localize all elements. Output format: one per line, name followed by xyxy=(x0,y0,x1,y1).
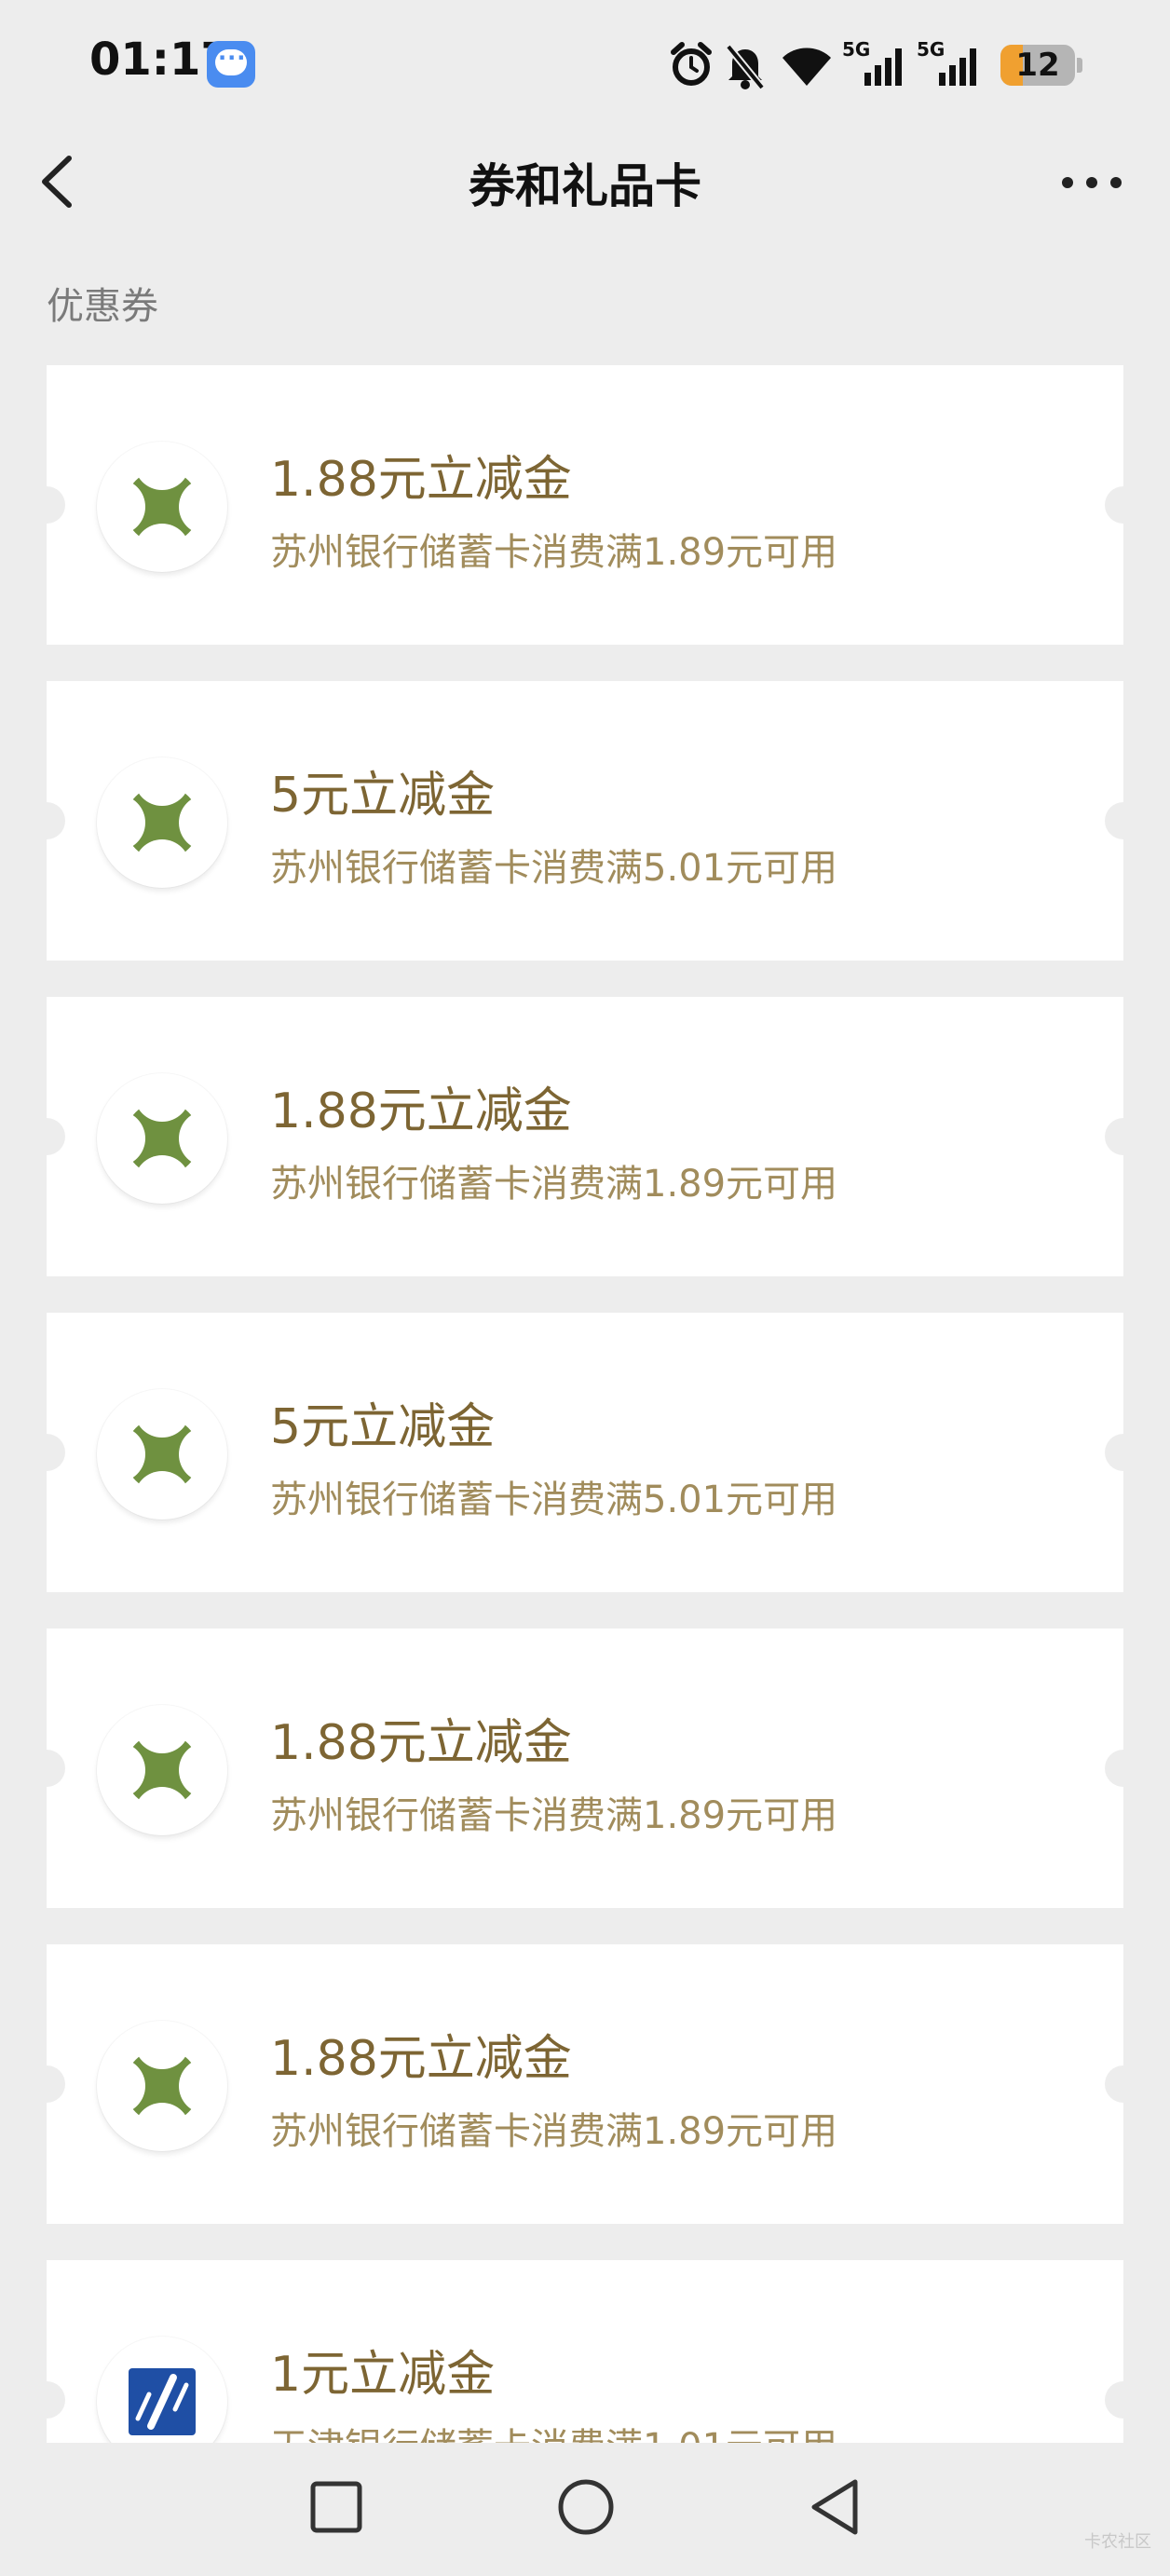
recent-apps-icon[interactable] xyxy=(298,2469,374,2545)
suzhou-bank-logo-icon xyxy=(97,757,227,888)
home-icon[interactable] xyxy=(548,2469,624,2545)
coupon-title: 1.88元立减金 xyxy=(270,1715,572,1771)
signal-5g-icon-2: 5G xyxy=(917,38,976,86)
card-notch xyxy=(28,2065,65,2103)
suzhou-bank-logo-icon xyxy=(97,1705,227,1835)
suzhou-bank-logo-icon xyxy=(97,442,227,572)
coupon-description: 苏州银行储蓄卡消费满1.89元可用 xyxy=(270,531,838,574)
coupon-description: 苏州银行储蓄卡消费满1.89元可用 xyxy=(270,2110,838,2153)
coupon-description: 苏州银行储蓄卡消费满1.89元可用 xyxy=(270,1163,838,1206)
card-notch xyxy=(28,1750,65,1787)
suzhou-bank-logo-icon xyxy=(97,1073,227,1204)
coupon-title: 5元立减金 xyxy=(270,768,496,824)
message-notification-icon xyxy=(207,41,255,88)
card-notch xyxy=(1105,1750,1142,1787)
system-navigation-bar xyxy=(0,2443,1170,2571)
card-notch xyxy=(1105,1434,1142,1471)
wifi-icon xyxy=(782,48,831,86)
coupon-list: 1.88元立减金 苏州银行储蓄卡消费满1.89元可用 5元立减金 苏州银行储蓄卡… xyxy=(28,365,1142,2576)
card-notch xyxy=(1105,1118,1142,1155)
battery-icon: 12 xyxy=(1000,45,1075,86)
coupon-description: 苏州银行储蓄卡消费满5.01元可用 xyxy=(270,1479,838,1521)
coupon-card[interactable]: 1.88元立减金 苏州银行储蓄卡消费满1.89元可用 xyxy=(28,997,1142,1276)
coupon-card[interactable]: 1.88元立减金 苏州银行储蓄卡消费满1.89元可用 xyxy=(28,1944,1142,2224)
battery-tip xyxy=(1077,58,1082,73)
card-notch xyxy=(1105,802,1142,839)
signal-5g-icon: 5G xyxy=(842,38,902,86)
card-notch xyxy=(1105,2381,1142,2419)
card-notch xyxy=(28,1118,65,1155)
card-notch xyxy=(1105,2065,1142,2103)
nav-bar: 券和礼品卡 xyxy=(0,130,1170,233)
coupon-card[interactable]: 5元立减金 苏州银行储蓄卡消费满5.01元可用 xyxy=(28,681,1142,961)
card-notch xyxy=(28,486,65,524)
suzhou-bank-logo-icon xyxy=(97,1389,227,1520)
card-notch xyxy=(1105,486,1142,524)
coupon-card[interactable]: 1.88元立减金 苏州银行储蓄卡消费满1.89元可用 xyxy=(28,365,1142,645)
coupon-card[interactable]: 5元立减金 苏州银行储蓄卡消费满5.01元可用 xyxy=(28,1313,1142,1592)
battery-level: 12 xyxy=(1015,47,1060,84)
coupon-title: 1.88元立减金 xyxy=(270,452,572,508)
svg-text:5G: 5G xyxy=(842,38,870,61)
suzhou-bank-logo-icon xyxy=(97,2021,227,2151)
section-label-coupons: 优惠券 xyxy=(47,285,158,328)
card-notch xyxy=(28,802,65,839)
coupon-title: 1.88元立减金 xyxy=(270,2031,572,2087)
coupon-title: 1.88元立减金 xyxy=(270,1084,572,1139)
svg-text:5G: 5G xyxy=(917,38,945,61)
alarm-icon xyxy=(671,42,712,86)
coupon-description: 苏州银行储蓄卡消费满1.89元可用 xyxy=(270,1794,838,1837)
status-bar: 01:17 5G 5G xyxy=(0,0,1170,130)
more-options-icon[interactable] xyxy=(1054,157,1129,209)
coupon-card[interactable]: 1.88元立减金 苏州银行储蓄卡消费满1.89元可用 xyxy=(28,1629,1142,1908)
mute-bell-icon xyxy=(725,44,766,90)
card-notch xyxy=(28,2381,65,2419)
watermark: 卡农社区 xyxy=(1084,2532,1151,2552)
coupon-description: 苏州银行储蓄卡消费满5.01元可用 xyxy=(270,847,838,890)
page-title: 券和礼品卡 xyxy=(469,159,701,213)
card-notch xyxy=(28,1434,65,1471)
coupon-title: 1元立减金 xyxy=(270,2347,496,2403)
coupon-title: 5元立减金 xyxy=(270,1399,496,1455)
back-triangle-icon[interactable] xyxy=(797,2469,874,2545)
